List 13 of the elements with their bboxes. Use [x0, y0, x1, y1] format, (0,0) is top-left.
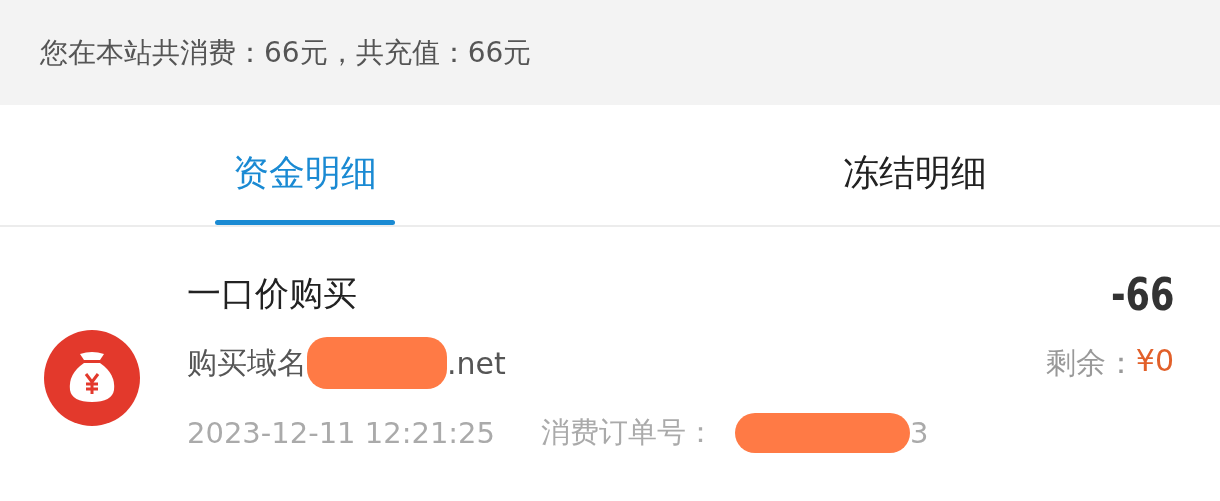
tab[interactable]: 冻结明细 [610, 105, 1220, 225]
description-text: .net [447, 345, 506, 381]
money-bag-icon [44, 330, 140, 426]
order-number: 3 [910, 416, 929, 450]
timestamp: 2023-12-11 12:21:25 [187, 416, 495, 450]
description-text: 购买域名 [187, 343, 307, 382]
balance-label: 剩余： [1045, 343, 1136, 382]
summary-text: 您在本站共消费：66元，共充值：66元 [40, 34, 532, 71]
record-title: 一口价购买 [187, 272, 357, 315]
balance-value: ¥0 [1135, 342, 1174, 380]
amount-text: -66 [1110, 268, 1174, 320]
order-label: 消费订单号： [541, 414, 715, 451]
tab[interactable]: 资金明细 [0, 105, 610, 225]
